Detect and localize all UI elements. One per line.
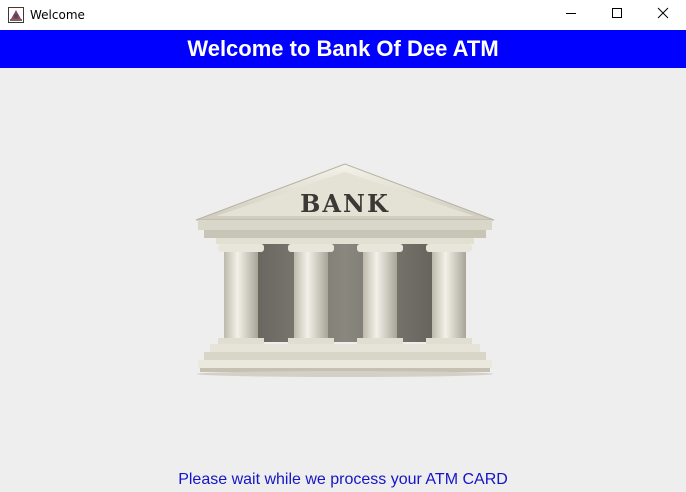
close-icon: [657, 6, 669, 24]
status-message: Please wait while we process your ATM CA…: [178, 471, 508, 488]
window-titlebar: Welcome: [0, 0, 686, 30]
java-app-icon[interactable]: [8, 7, 24, 23]
bank-sign-label: BANK: [300, 189, 390, 218]
minimize-icon: [565, 6, 577, 24]
close-button[interactable]: [640, 0, 686, 30]
maximize-icon: [611, 6, 623, 24]
main-content: BANK Please wait while we process your A…: [0, 68, 686, 492]
maximize-button[interactable]: [594, 0, 640, 30]
minimize-button[interactable]: [548, 0, 594, 30]
bank-building-icon: BANK: [190, 160, 500, 378]
welcome-banner: Welcome to Bank Of Dee ATM: [0, 30, 686, 68]
window-title: Welcome: [30, 8, 85, 22]
